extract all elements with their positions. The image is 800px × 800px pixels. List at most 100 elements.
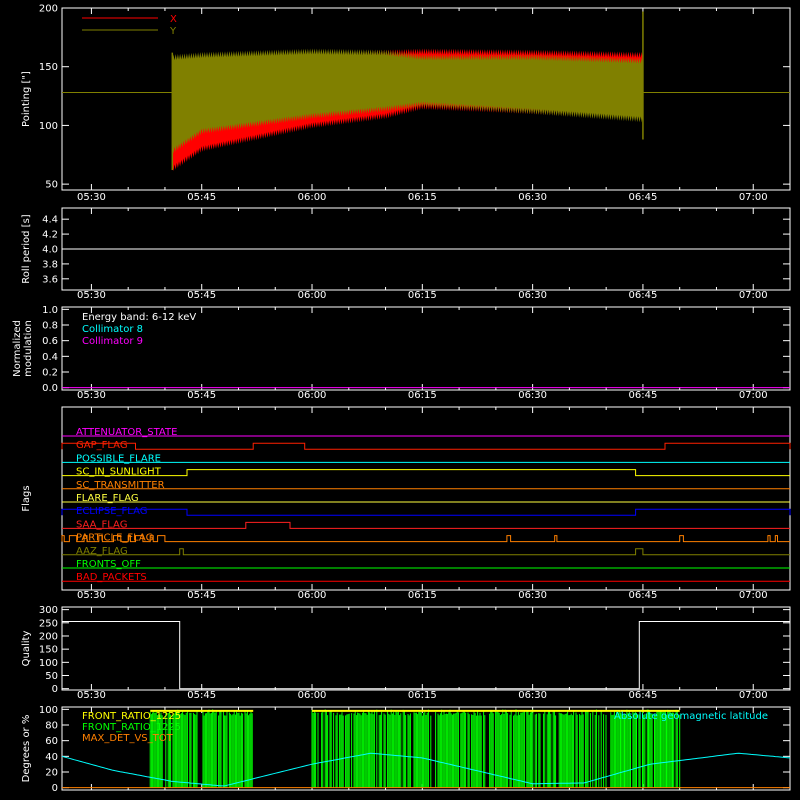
modulation-legend-item: Collimator 9: [82, 336, 143, 347]
flag-label-aaz-flag: AAZ_FLAG: [76, 546, 128, 557]
flag-label-bad-packets: BAD_PACKETS: [76, 572, 147, 583]
y-tick-label: 0.0: [42, 383, 58, 394]
y-tick-label: 100: [39, 658, 58, 669]
flag-line-sc-in-sunlight: [62, 469, 790, 477]
x-tick-label: 06:45: [629, 290, 658, 301]
x-tick-label: 06:15: [408, 390, 437, 401]
y-tick-label: 3.8: [42, 259, 58, 270]
flag-label-attenuator-state: ATTENUATOR_STATE: [76, 427, 177, 438]
y-tick-label: 4.4: [42, 215, 58, 226]
x-tick-label: 06:15: [408, 590, 437, 601]
x-tick-label: 06:45: [629, 192, 658, 203]
x-tick-label: 07:00: [739, 390, 768, 401]
x-tick-label: 05:45: [187, 290, 216, 301]
x-tick-label: 05:45: [187, 690, 216, 701]
x-tick-label: 06:30: [518, 690, 547, 701]
y-axis-label: modulation: [23, 320, 34, 377]
flag-line-particle-flag: [61, 535, 790, 543]
x-tick-label: 05:45: [187, 590, 216, 601]
flag-label-particle-flag: PARTICLE_FLAG: [76, 533, 153, 544]
y-tick-label: 200: [39, 631, 58, 642]
flag-line-saa-flag: [62, 521, 790, 529]
panel-5: 0 50 100 150 200 250 300 Quality: [21, 605, 791, 695]
y-tick-label: 0.4: [42, 352, 58, 363]
x-tick-label: 05:30: [77, 290, 106, 301]
x-tick-label: 06:00: [298, 192, 327, 203]
flag-line-gap-flag: [61, 442, 791, 450]
y-tick-label: 60: [45, 736, 58, 747]
flag-line-eclipse-flag: [61, 508, 791, 516]
flag-label-possible-flare: POSSIBLE_FLARE: [76, 453, 161, 464]
legend-label-y: Y: [169, 26, 177, 37]
x-tick-label: 06:30: [518, 390, 547, 401]
quality-line: [62, 621, 790, 690]
flag-label-sc-in-sunlight: SC_IN_SUNLIGHT: [76, 467, 162, 478]
y-tick-label: 100: [39, 705, 58, 716]
y-tick-label: 40: [45, 752, 58, 763]
flag-label-gap-flag: GAP_FLAG: [76, 440, 128, 451]
flag-label-saa-flag: SAA_FLAG: [76, 519, 127, 530]
y-axis-label: Quality: [21, 631, 32, 667]
x-tick-label: 07:00: [739, 690, 768, 701]
panel-2: 3.6 3.8 4.0 4.2 4.4 Roll period [s]: [21, 207, 791, 291]
y-tick-label: 300: [39, 605, 58, 616]
x-tick-label: 06:15: [408, 290, 437, 301]
y-tick-label: 3.6: [42, 274, 58, 285]
x-tick-label: 05:30: [77, 690, 106, 701]
x-tick-label: 05:45: [187, 192, 216, 203]
ratio-legend-item: FRONT_RATIO_1225: [82, 711, 181, 722]
panel-frame: [61, 606, 791, 691]
y-tick-label: 0.6: [42, 336, 58, 347]
x-tick-label: 05:30: [77, 192, 106, 203]
quicklook-plot: 50 100 150 200 Pointing ["] X Y 05:30 05:45 06:00…: [0, 0, 800, 800]
x-tick-label: 05:30: [77, 590, 106, 601]
x-tick-label: 06:30: [518, 590, 547, 601]
y-tick-label: 100: [39, 121, 58, 132]
x-tick-label: 06:00: [298, 590, 327, 601]
legend-label-x: X: [170, 14, 177, 25]
y-tick-label: 150: [39, 62, 58, 73]
y-tick-label: 20: [45, 767, 58, 778]
x-tick-label: 07:00: [739, 290, 768, 301]
y-axis-label: Degrees or %: [21, 715, 32, 783]
modulation-legend-item: Energy band: 6-12 keV: [82, 312, 196, 323]
panel-6: 0 20 40 60 80 100 Degrees or % FRONT_RATIO_1225…: [21, 705, 791, 794]
x-tick-label: 06:00: [298, 690, 327, 701]
y-tick-label: 250: [39, 618, 58, 629]
y-tick-label: 4.2: [42, 230, 58, 241]
x-tick-label: 05:30: [77, 390, 106, 401]
y-axis-label: Pointing ["]: [21, 71, 32, 127]
modulation-legend-item: Collimator 8: [82, 324, 143, 335]
ratio-legend-item: MAX_DET_VS_TOT: [82, 733, 174, 744]
y-tick-label: 200: [39, 4, 58, 15]
x-tick-label: 06:15: [408, 690, 437, 701]
flag-label-eclipse-flag: ECLIPSE_FLAG: [76, 506, 147, 517]
y-tick-label: 150: [39, 645, 58, 656]
y-tick-label: 4.0: [42, 245, 58, 256]
flag-label-sc-transmitter: SC_TRANSMITTER: [76, 480, 165, 491]
panel-3: 0.0 0.2 0.4 0.6 0.8 1.0 Normalized modulation En…: [12, 305, 791, 394]
y-tick-label: 80: [45, 721, 58, 732]
x-tick-label: 06:00: [298, 390, 327, 401]
flag-line-aaz-flag: [62, 548, 790, 556]
y-axis-label: Flags: [21, 485, 32, 511]
x-tick-label: 06:45: [629, 590, 658, 601]
y-tick-label: 0: [52, 684, 58, 695]
y-tick-label: 50: [45, 180, 58, 191]
y-axis-label: Roll period [s]: [21, 214, 32, 283]
x-tick-label: 06:30: [518, 290, 547, 301]
panel-4: Flags ATTENUATOR_STATE GAP_FLAG POSSIBLE_FL…: [21, 406, 791, 591]
flag-label-fronts-off: FRONTS_OFF: [76, 559, 141, 570]
x-tick-label: 05:45: [187, 390, 216, 401]
x-tick-label: 06:00: [298, 290, 327, 301]
x-tick-label: 07:00: [739, 192, 768, 203]
flag-label-flare-flag: FLARE_FLAG: [76, 493, 139, 504]
y-tick-label: 0.8: [42, 321, 58, 332]
ratio-legend-item: FRONT_RATIO_1225: [82, 722, 181, 733]
x-tick-label: 06:15: [408, 192, 437, 203]
x-tick-label: 06:45: [629, 690, 658, 701]
y-axis-label: Normalized: [12, 320, 23, 377]
y-tick-label: 50: [45, 671, 58, 682]
x-tick-label: 07:00: [739, 590, 768, 601]
panel-1: 50 100 150 200 Pointing ["] XY: [21, 4, 791, 191]
